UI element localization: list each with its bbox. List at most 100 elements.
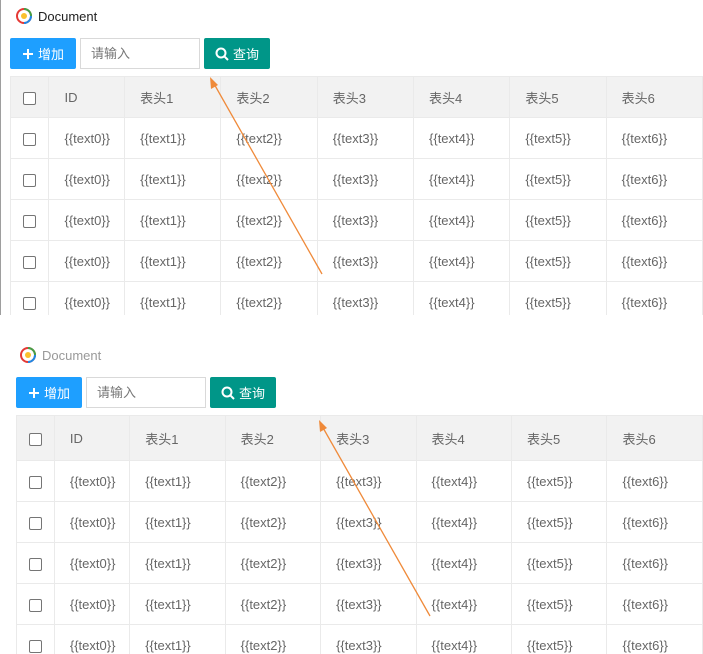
row-checkbox[interactable]: [28, 516, 42, 530]
screenshot-panel-bottom: Document 增加 查询 ID 表头1 表头2: [0, 339, 703, 654]
table-row[interactable]: {{text0}} {{text1}} {{text2}} {{text3}} …: [16, 624, 703, 654]
table-row[interactable]: {{text0}} {{text1}} {{text2}} {{text3}} …: [9, 281, 703, 315]
document-tab[interactable]: Document: [20, 345, 101, 365]
document-title: Document: [42, 347, 102, 363]
table-row[interactable]: {{text0}} {{text1}} {{text2}} {{text3}} …: [9, 199, 703, 241]
table-row[interactable]: {{text0}} {{text1}} {{text2}} {{text3}} …: [16, 460, 703, 502]
row-checkbox[interactable]: [28, 475, 42, 489]
column-header[interactable]: 表头3: [320, 415, 417, 461]
column-header[interactable]: 表头1: [124, 76, 222, 118]
app-logo-icon: [16, 8, 32, 24]
search-button[interactable]: 查询: [210, 377, 276, 408]
column-header[interactable]: 表头3: [316, 76, 415, 118]
table-cell: {{text3}}: [316, 158, 415, 200]
table-cell: {{text1}}: [129, 460, 226, 502]
table-cell: {{text4}}: [415, 501, 513, 543]
table-row[interactable]: {{text0}} {{text1}} {{text2}} {{text3}} …: [9, 158, 703, 200]
table-cell: {{text2}}: [224, 624, 322, 654]
table-cell: {{text2}}: [224, 542, 322, 584]
table-header-row: ID 表头1 表头2 表头3 表头4 表头5 表头6: [16, 415, 703, 461]
table-cell: {{text4}}: [415, 460, 513, 502]
column-header[interactable]: 表头6: [605, 76, 703, 118]
table-cell: {{text3}}: [316, 240, 415, 282]
row-checkbox-cell: [9, 158, 50, 200]
add-button[interactable]: 增加: [16, 377, 82, 408]
row-checkbox[interactable]: [28, 639, 42, 653]
table-cell: {{text3}}: [320, 460, 417, 502]
table-cell: {{text0}}: [48, 281, 126, 315]
table-cell: {{text3}}: [316, 199, 415, 241]
table-cell: {{text2}}: [220, 199, 318, 241]
column-header[interactable]: 表头4: [413, 76, 511, 118]
table-cell: {{text5}}: [510, 624, 608, 654]
table-cell: {{text5}}: [509, 158, 607, 200]
select-all-checkbox[interactable]: [23, 91, 37, 105]
row-checkbox[interactable]: [23, 132, 37, 146]
column-header[interactable]: ID: [53, 415, 131, 461]
column-header[interactable]: ID: [48, 76, 126, 118]
row-checkbox[interactable]: [28, 598, 42, 612]
column-header[interactable]: 表头5: [509, 76, 607, 118]
table-cell: {{text0}}: [53, 624, 131, 654]
table-row[interactable]: {{text0}} {{text1}} {{text2}} {{text3}} …: [16, 542, 703, 584]
table-cell: {{text3}}: [320, 542, 417, 584]
search-button[interactable]: 查询: [204, 38, 270, 69]
table-cell: {{text4}}: [413, 240, 511, 282]
search-input[interactable]: [86, 377, 206, 408]
screenshot-panel-top: Document 增加 查询 ID 表头1 表头2: [0, 0, 703, 315]
search-icon: [215, 47, 229, 61]
row-checkbox-cell: [16, 542, 55, 584]
row-checkbox-cell: [9, 281, 50, 315]
column-header[interactable]: 表头6: [606, 415, 703, 461]
row-checkbox-cell: [16, 501, 55, 543]
table-cell: {{text0}}: [48, 117, 126, 159]
table-cell: {{text0}}: [53, 501, 131, 543]
table-cell: {{text6}}: [605, 199, 703, 241]
table-cell: {{text2}}: [220, 281, 318, 315]
window-edge: [0, 0, 1, 315]
table-cell: {{text6}}: [605, 117, 703, 159]
row-checkbox[interactable]: [23, 214, 37, 228]
table-row[interactable]: {{text0}} {{text1}} {{text2}} {{text3}} …: [9, 117, 703, 159]
column-header[interactable]: 表头5: [510, 415, 608, 461]
add-button[interactable]: 增加: [10, 38, 76, 69]
table-cell: {{text3}}: [320, 583, 417, 625]
row-checkbox[interactable]: [23, 296, 37, 310]
table-cell: {{text2}}: [220, 158, 318, 200]
table-row[interactable]: {{text0}} {{text1}} {{text2}} {{text3}} …: [16, 501, 703, 543]
table-cell: {{text2}}: [224, 460, 322, 502]
table-cell: {{text4}}: [415, 542, 513, 584]
table-cell: {{text5}}: [510, 501, 608, 543]
column-header[interactable]: 表头2: [224, 415, 322, 461]
column-header[interactable]: 表头4: [415, 415, 513, 461]
table-cell: {{text0}}: [48, 199, 126, 241]
table-cell: {{text5}}: [510, 460, 608, 502]
table-header-row: ID 表头1 表头2 表头3 表头4 表头5 表头6: [9, 76, 703, 118]
column-header[interactable]: 表头1: [129, 415, 226, 461]
row-checkbox[interactable]: [28, 557, 42, 571]
document-tab[interactable]: Document: [16, 6, 97, 26]
table-cell: {{text6}}: [606, 583, 703, 625]
table-cell: {{text1}}: [129, 501, 226, 543]
table-cell: {{text0}}: [53, 460, 131, 502]
table-cell: {{text4}}: [413, 199, 511, 241]
row-checkbox-cell: [16, 583, 55, 625]
table-cell: {{text6}}: [606, 542, 703, 584]
table-row[interactable]: {{text0}} {{text1}} {{text2}} {{text3}} …: [9, 240, 703, 282]
search-button-label: 查询: [238, 386, 265, 401]
select-all-checkbox[interactable]: [28, 432, 42, 446]
table-cell: {{text6}}: [605, 158, 703, 200]
row-checkbox[interactable]: [23, 173, 37, 187]
app-logo-icon: [20, 347, 36, 363]
row-checkbox[interactable]: [23, 255, 37, 269]
table-row[interactable]: {{text0}} {{text1}} {{text2}} {{text3}} …: [16, 583, 703, 625]
table-cell: {{text3}}: [320, 624, 417, 654]
table-cell: {{text4}}: [413, 158, 511, 200]
table-cell: {{text0}}: [48, 240, 126, 282]
add-button-label: 增加: [37, 47, 64, 62]
add-button-label: 增加: [43, 386, 70, 401]
column-header[interactable]: 表头2: [220, 76, 318, 118]
search-input[interactable]: [80, 38, 200, 69]
table-cell: {{text2}}: [224, 583, 322, 625]
table-cell: {{text0}}: [53, 583, 131, 625]
